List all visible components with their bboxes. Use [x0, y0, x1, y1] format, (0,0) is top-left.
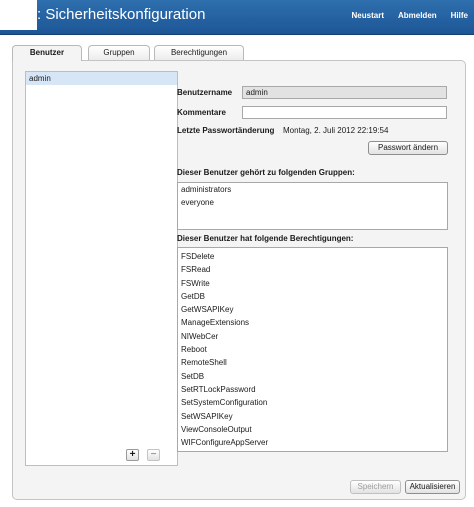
list-item[interactable]: WIFConfigureAppServer — [178, 436, 447, 449]
user-list-item-admin[interactable]: admin — [26, 72, 177, 85]
list-item[interactable]: everyone — [178, 196, 447, 209]
app-header: : Sicherheitskonfiguration Neustart Abme… — [0, 0, 474, 35]
list-item[interactable]: NIWebCer — [178, 330, 447, 343]
list-item[interactable]: SetWSAPIKey — [178, 410, 447, 423]
remove-user-button[interactable]: − — [147, 449, 160, 461]
logo — [0, 0, 37, 30]
comment-label: Kommentare — [177, 108, 226, 117]
save-button[interactable]: Speichern — [350, 480, 401, 494]
groups-heading: Dieser Benutzer gehört zu folgenden Grup… — [177, 168, 355, 177]
list-item[interactable]: FSRead — [178, 263, 447, 276]
username-field: admin — [242, 86, 447, 99]
groups-list[interactable]: administrators everyone — [177, 182, 448, 230]
permissions-list[interactable]: FSDelete FSRead FSWrite GetDB GetWSAPIKe… — [177, 247, 448, 452]
list-item[interactable]: ManageExtensions — [178, 316, 447, 329]
list-item[interactable]: ViewConsoleOutput — [178, 423, 447, 436]
nav-logout-link[interactable]: Abmelden — [398, 11, 437, 20]
list-item[interactable]: Reboot — [178, 343, 447, 356]
page-title: : Sicherheitskonfiguration — [37, 6, 206, 23]
permissions-heading: Dieser Benutzer hat folgende Berechtigun… — [177, 234, 354, 243]
tab-permissions[interactable]: Berechtigungen — [154, 45, 244, 60]
list-item[interactable]: GetDB — [178, 290, 447, 303]
nav-help-link[interactable]: Hilfe — [451, 11, 468, 20]
users-panel: admin + − Benutzername admin Kommentare … — [12, 60, 466, 500]
add-user-button[interactable]: + — [126, 449, 139, 461]
list-item[interactable]: FSWrite — [178, 277, 447, 290]
last-password-change-value: Montag, 2. Juli 2012 22:19:54 — [283, 126, 389, 135]
list-item[interactable]: RemoteShell — [178, 356, 447, 369]
tab-users[interactable]: Benutzer — [12, 45, 82, 61]
list-item[interactable]: SetSystemConfiguration — [178, 396, 447, 409]
header-nav: Neustart Abmelden Hilfe — [352, 11, 468, 20]
last-password-change-label: Letzte Passwortänderung — [177, 126, 275, 135]
change-password-button[interactable]: Passwort ändern — [368, 141, 448, 155]
refresh-button[interactable]: Aktualisieren — [405, 480, 460, 494]
list-item[interactable]: SetRTLockPassword — [178, 383, 447, 396]
list-item[interactable]: FSDelete — [178, 250, 447, 263]
tab-groups[interactable]: Gruppen — [88, 45, 150, 60]
list-item[interactable]: GetWSAPIKey — [178, 303, 447, 316]
list-item[interactable]: SetDB — [178, 370, 447, 383]
comment-input[interactable] — [242, 106, 447, 119]
user-list[interactable]: admin — [25, 71, 178, 466]
username-label: Benutzername — [177, 88, 233, 97]
list-item[interactable]: administrators — [178, 183, 447, 196]
nav-restart-link[interactable]: Neustart — [352, 11, 384, 20]
